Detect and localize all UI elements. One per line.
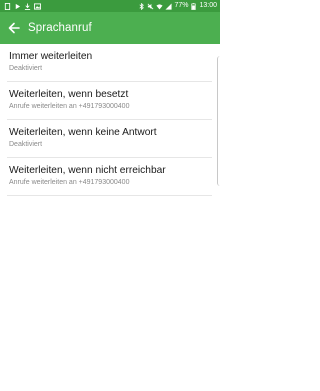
setting-status: Anrufe weiterleiten an +491793000400 (9, 179, 130, 186)
battery-percent: 77% (174, 2, 189, 9)
app-bar: Sprachanruf (0, 12, 220, 44)
play-icon (14, 3, 21, 10)
wifi-icon (156, 3, 164, 10)
setting-status: Deaktiviert (9, 141, 43, 148)
back-button[interactable] (2, 12, 26, 44)
download-icon (24, 2, 31, 10)
call-forwarding-list: Immer weiterleiten Deaktiviert Weiterlei… (0, 44, 220, 196)
status-bar: 77% 13:00 (0, 0, 220, 12)
page-title: Sprachanruf (28, 22, 92, 34)
system-icons: 77% 13:00 (138, 0, 217, 12)
arrow-left-icon (8, 22, 20, 34)
bluetooth-icon (138, 2, 145, 10)
divider (7, 195, 212, 196)
setting-status: Anrufe weiterleiten an +491793000400 (9, 103, 130, 110)
setting-title: Immer weiterleiten (9, 51, 93, 62)
signal-icon (165, 2, 173, 10)
edge-panel-handle[interactable] (217, 56, 220, 186)
setting-forward-no-answer[interactable]: Weiterleiten, wenn keine Antwort Deaktiv… (0, 120, 220, 157)
image-icon (34, 2, 41, 10)
clock: 13:00 (199, 2, 217, 9)
sim-icon (4, 2, 11, 10)
setting-title: Weiterleiten, wenn keine Antwort (9, 127, 157, 138)
setting-always-forward[interactable]: Immer weiterleiten Deaktiviert (0, 44, 220, 81)
setting-status: Deaktiviert (9, 65, 43, 72)
notification-icons (4, 2, 41, 10)
setting-title: Weiterleiten, wenn besetzt (9, 89, 129, 100)
battery-icon (190, 2, 197, 10)
setting-forward-when-busy[interactable]: Weiterleiten, wenn besetzt Anrufe weiter… (0, 82, 220, 119)
setting-title: Weiterleiten, wenn nicht erreichbar (9, 165, 166, 176)
mute-icon (147, 3, 154, 10)
setting-forward-unreachable[interactable]: Weiterleiten, wenn nicht erreichbar Anru… (0, 158, 220, 195)
